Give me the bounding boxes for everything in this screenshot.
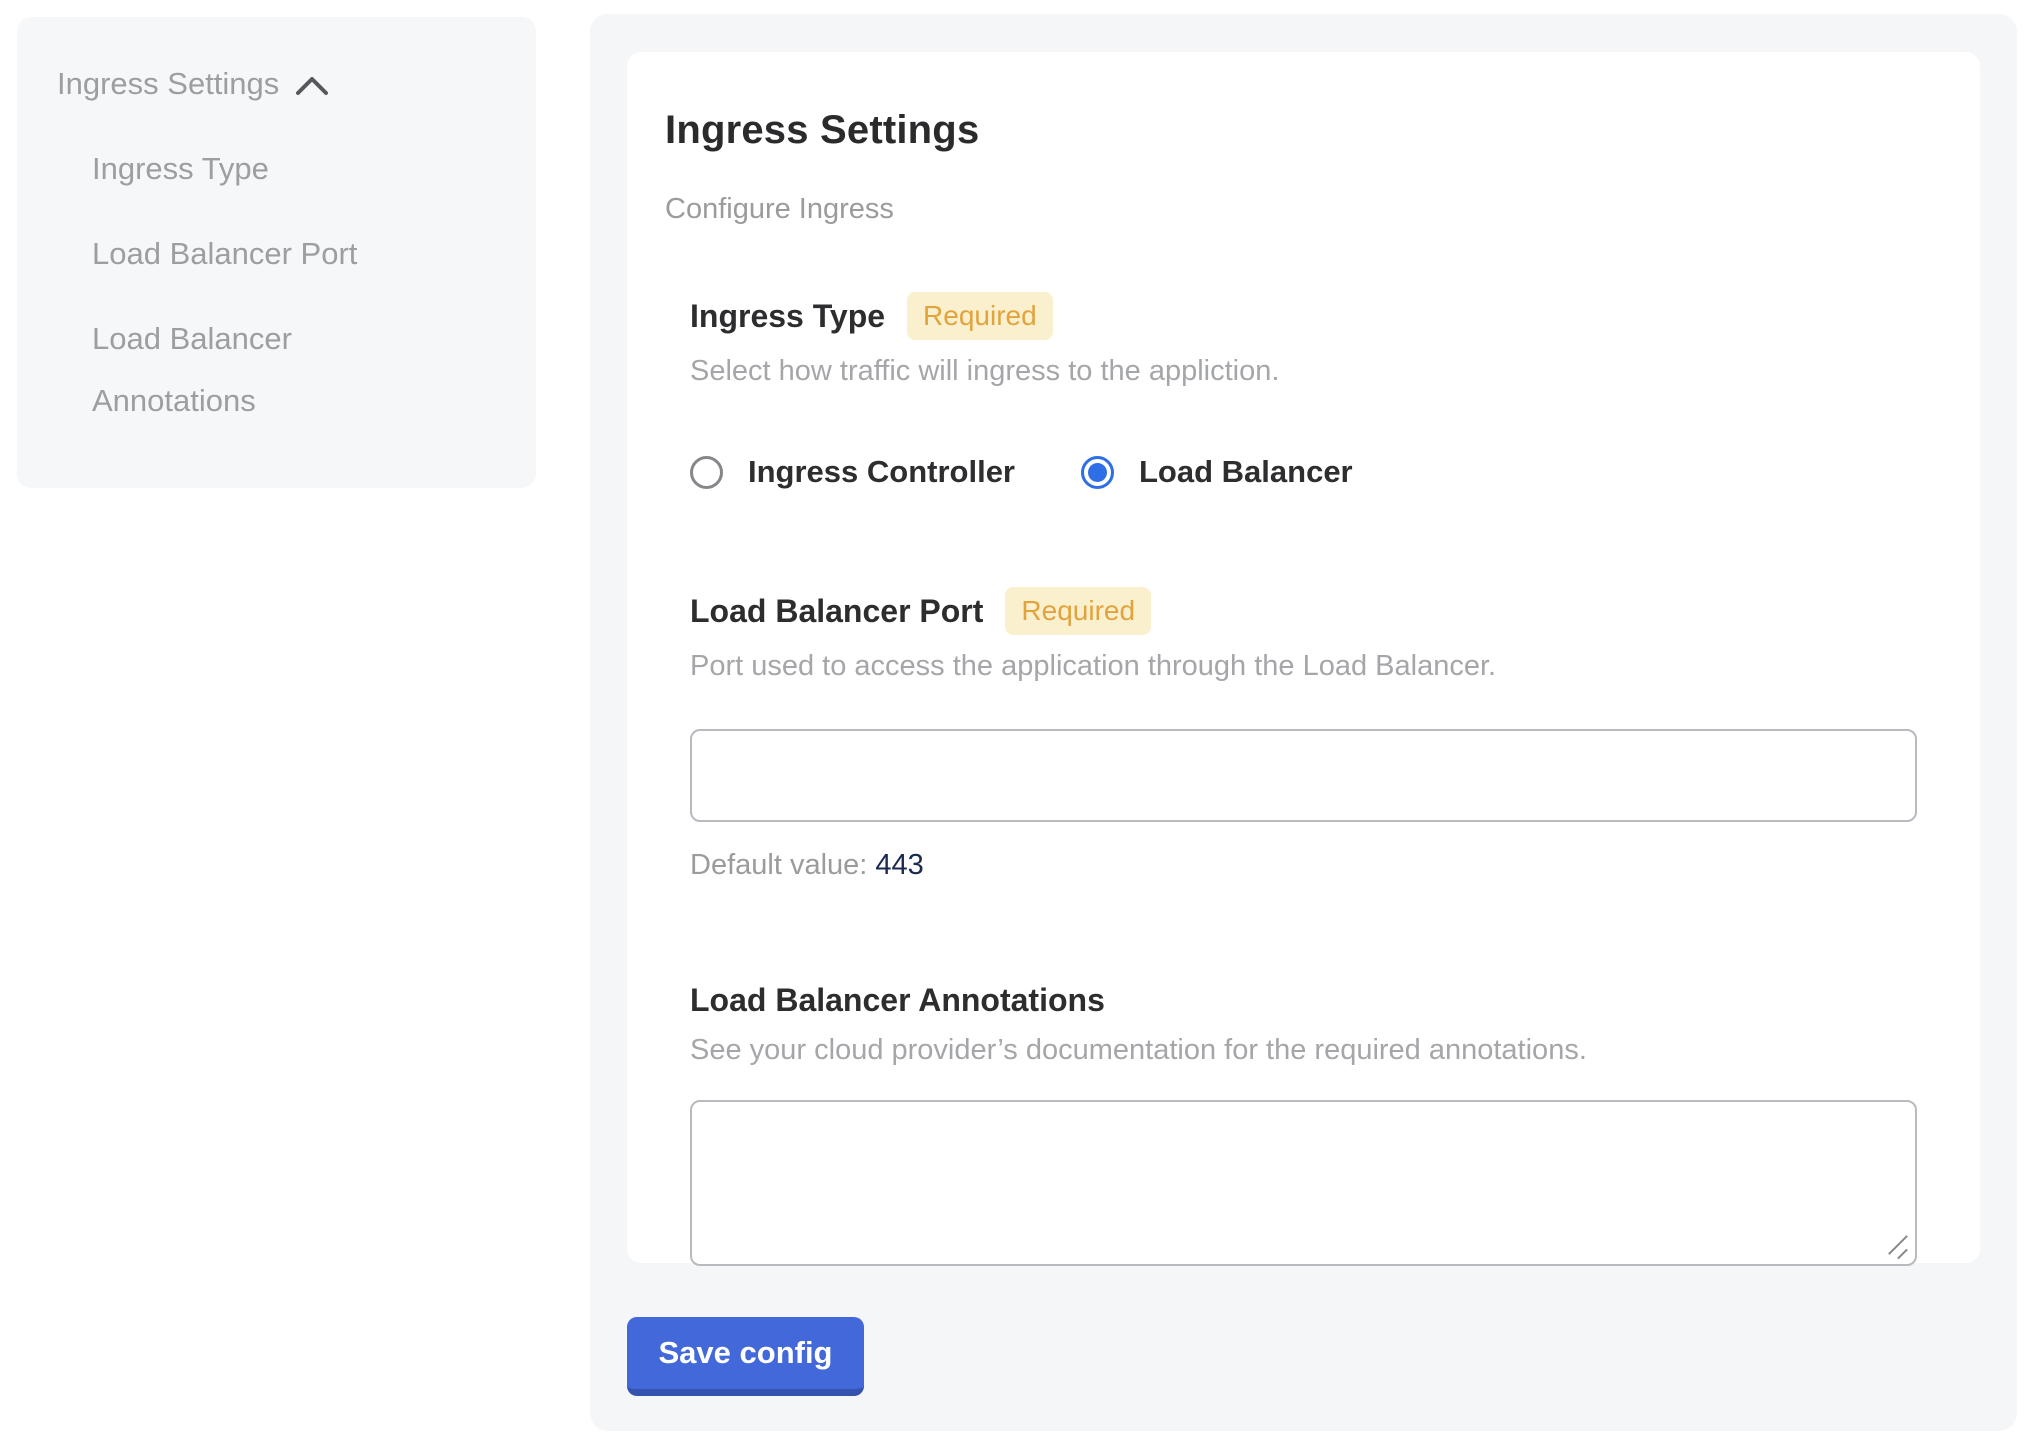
section-load-balancer-annotations: Load Balancer Annotations See your cloud… xyxy=(690,982,1917,1266)
settings-outline-sidebar: Ingress Settings Ingress Type Load Balan… xyxy=(17,17,536,488)
sidebar-item-load-balancer-annotations[interactable]: Load Balancer Annotations xyxy=(92,308,392,432)
sidebar-group-ingress-settings[interactable]: Ingress Settings xyxy=(57,61,508,107)
lb-port-input[interactable] xyxy=(690,729,1917,822)
page-subtitle: Configure Ingress xyxy=(665,193,1917,226)
ingress-type-label: Ingress Type xyxy=(690,298,885,335)
required-badge: Required xyxy=(1005,587,1151,635)
lb-annotations-label: Load Balancer Annotations xyxy=(690,982,1105,1019)
page-title: Ingress Settings xyxy=(665,108,1917,153)
ingress-type-radio-group: Ingress Controller Load Balancer xyxy=(690,454,1917,490)
default-value-number: 443 xyxy=(875,849,923,881)
radio-option-ingress-controller[interactable]: Ingress Controller xyxy=(690,454,1015,490)
sidebar-item-load-balancer-port[interactable]: Load Balancer Port xyxy=(92,231,508,277)
main-panel: Ingress Settings Configure Ingress Ingre… xyxy=(590,14,2017,1431)
radio-label-ingress-controller: Ingress Controller xyxy=(748,454,1015,490)
ingress-type-description: Select how traffic will ingress to the a… xyxy=(690,355,1917,388)
sidebar-item-list: Ingress Type Load Balancer Port Load Bal… xyxy=(57,146,508,432)
required-badge: Required xyxy=(907,292,1053,340)
lb-annotations-description: See your cloud provider’s documentation … xyxy=(690,1034,1917,1067)
radio-load-balancer[interactable] xyxy=(1081,456,1114,489)
lb-port-label: Load Balancer Port xyxy=(690,593,983,630)
lb-port-default-line: Default value:443 xyxy=(690,849,1917,882)
section-ingress-type: Ingress Type Required Select how traffic… xyxy=(690,292,1917,490)
chevron-up-icon[interactable] xyxy=(295,75,329,97)
radio-ingress-controller[interactable] xyxy=(690,456,723,489)
sidebar-group-label: Ingress Settings xyxy=(57,61,279,107)
lb-annotations-textarea[interactable] xyxy=(690,1100,1917,1266)
default-value-label: Default value: xyxy=(690,849,867,881)
section-load-balancer-port: Load Balancer Port Required Port used to… xyxy=(690,587,1917,882)
lb-port-description: Port used to access the application thro… xyxy=(690,650,1917,683)
sidebar-item-ingress-type[interactable]: Ingress Type xyxy=(92,146,508,192)
ingress-settings-card: Ingress Settings Configure Ingress Ingre… xyxy=(627,52,1980,1263)
save-config-button[interactable]: Save config xyxy=(627,1317,864,1396)
radio-label-load-balancer: Load Balancer xyxy=(1139,454,1353,490)
radio-option-load-balancer[interactable]: Load Balancer xyxy=(1081,454,1353,490)
